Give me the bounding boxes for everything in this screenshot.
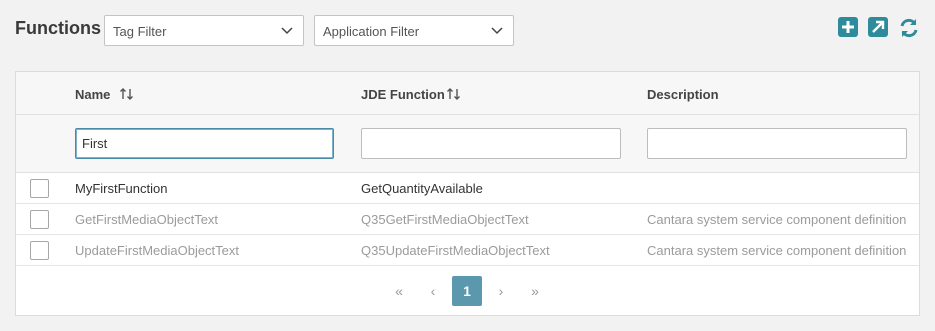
tag-filter-select[interactable]: Tag Filter <box>104 15 304 46</box>
export-button[interactable] <box>868 17 888 37</box>
name-filter-input[interactable] <box>75 128 334 159</box>
cell-name: MyFirstFunction <box>75 181 168 196</box>
chevron-down-icon <box>491 27 503 35</box>
cell-jde-function: Q35GetFirstMediaObjectText <box>361 212 529 227</box>
add-button[interactable] <box>838 17 858 37</box>
cell-jde-function: GetQuantityAvailable <box>361 181 483 196</box>
plus-icon <box>842 21 854 33</box>
row-checkbox[interactable] <box>30 241 49 260</box>
current-page-button[interactable]: 1 <box>452 276 482 306</box>
next-page-button[interactable]: › <box>486 276 516 306</box>
tag-filter-label: Tag Filter <box>113 24 167 39</box>
table-filter-row <box>16 115 919 173</box>
row-checkbox[interactable] <box>30 179 49 198</box>
cell-name: UpdateFirstMediaObjectText <box>75 243 240 258</box>
refresh-icon <box>900 18 918 38</box>
cell-name: GetFirstMediaObjectText <box>75 212 219 227</box>
sort-icon[interactable] <box>446 86 462 102</box>
table-row[interactable]: UpdateFirstMediaObjectText Q35UpdateFirs… <box>16 235 919 266</box>
cell-description: Cantara system service component definit… <box>647 212 907 227</box>
previous-page-button[interactable]: ‹ <box>418 276 448 306</box>
jde-function-filter-input[interactable] <box>361 128 621 159</box>
application-filter-select[interactable]: Application Filter <box>314 15 514 46</box>
table-row[interactable]: MyFirstFunction GetQuantityAvailable <box>16 173 919 204</box>
first-page-button[interactable]: « <box>384 276 414 306</box>
page-title: Functions <box>15 18 101 38</box>
last-page-button[interactable]: » <box>520 276 550 306</box>
chevron-down-icon <box>281 27 293 35</box>
arrow-up-right-icon <box>872 20 885 33</box>
description-filter-input[interactable] <box>647 128 907 159</box>
cell-description: Cantara system service component definit… <box>647 243 907 258</box>
table-row[interactable]: GetFirstMediaObjectText Q35GetFirstMedia… <box>16 204 919 235</box>
column-header-jde-function[interactable]: JDE Function <box>361 87 445 102</box>
refresh-button[interactable] <box>898 17 918 38</box>
column-header-name[interactable]: Name <box>75 87 110 102</box>
row-checkbox[interactable] <box>30 210 49 229</box>
cell-jde-function: Q35UpdateFirstMediaObjectText <box>361 243 550 258</box>
application-filter-label: Application Filter <box>323 24 420 39</box>
pagination: « ‹ 1 › » <box>16 268 919 308</box>
functions-table: Name JDE Function Description MyFirstFun… <box>15 71 920 316</box>
sort-icon[interactable] <box>119 86 135 102</box>
column-header-description: Description <box>647 87 719 102</box>
table-header-row: Name JDE Function Description <box>16 72 919 115</box>
